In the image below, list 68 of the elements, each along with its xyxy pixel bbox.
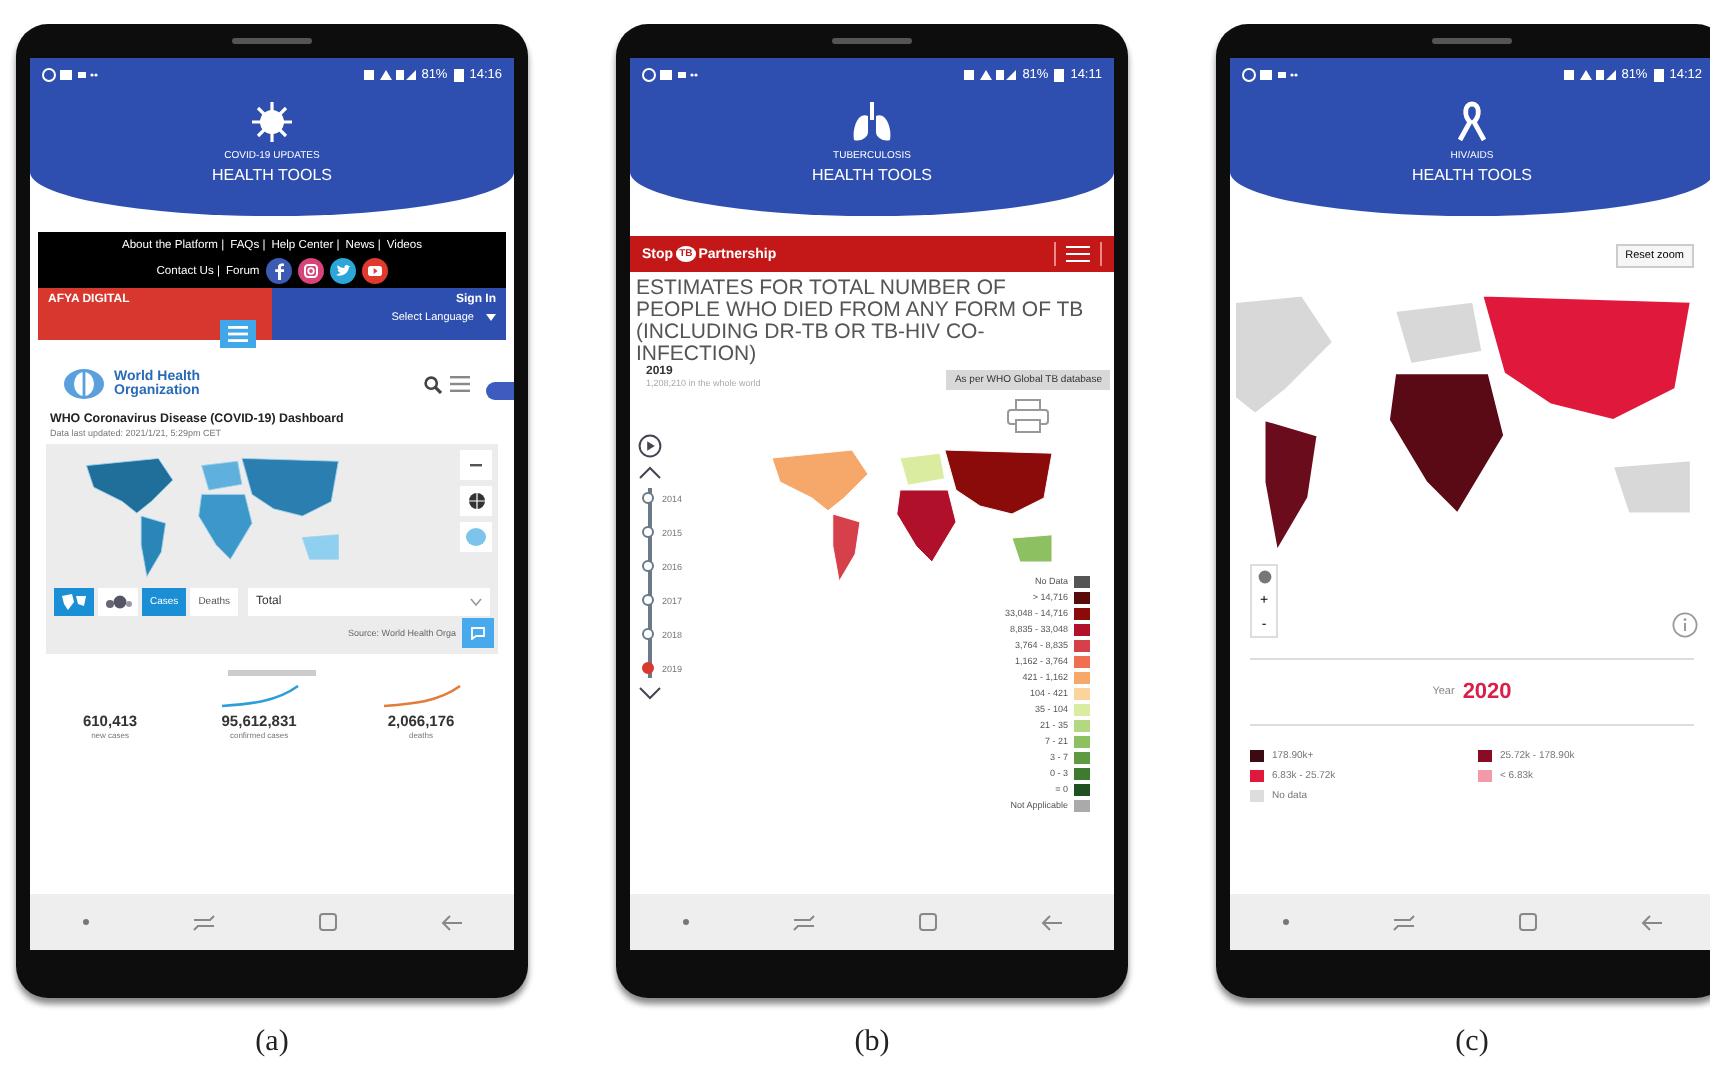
- dot-icon[interactable]: [81, 918, 89, 926]
- dot-icon[interactable]: [1281, 918, 1289, 926]
- notification-icons: [1242, 67, 1298, 81]
- signal-icon: [964, 67, 1017, 81]
- side-tab[interactable]: [486, 382, 514, 400]
- battery-icon: [1653, 67, 1664, 81]
- sphere-icon: [466, 528, 486, 546]
- home-icon[interactable]: [1517, 912, 1537, 932]
- bubble-view-button[interactable]: [98, 588, 138, 616]
- globe-button[interactable]: [460, 486, 492, 516]
- trend-line: [219, 684, 300, 708]
- speaker-slot: [832, 38, 912, 44]
- speaker-slot: [1432, 38, 1512, 44]
- chevron-down-icon[interactable]: [638, 686, 662, 700]
- map-view-button[interactable]: [54, 588, 94, 616]
- home-icon[interactable]: [317, 912, 337, 932]
- chat-icon: [470, 626, 486, 640]
- year-value: 2020: [1462, 680, 1512, 704]
- chevron-up-icon[interactable]: [638, 466, 662, 480]
- figure-caption: (c): [1455, 1026, 1489, 1060]
- speaker-slot: [232, 38, 312, 44]
- figure-caption: (a): [255, 1026, 289, 1060]
- minus-icon: [470, 463, 482, 467]
- notification-icons: [642, 67, 698, 81]
- map-icon: [62, 594, 86, 610]
- menu-button[interactable]: [1054, 242, 1102, 266]
- play-icon[interactable]: [638, 434, 662, 458]
- printer-icon[interactable]: [1006, 398, 1051, 434]
- caret-icon: [486, 314, 496, 322]
- menu-icon[interactable]: [450, 376, 470, 392]
- back-icon[interactable]: [439, 913, 463, 931]
- youtube-icon[interactable]: [361, 258, 388, 284]
- trend-line: [381, 684, 461, 708]
- signal-icon: [1563, 67, 1616, 81]
- recent-apps-icon[interactable]: [791, 913, 815, 931]
- facebook-icon[interactable]: [265, 258, 292, 284]
- recent-apps-icon[interactable]: [191, 913, 215, 931]
- twitter-icon[interactable]: [329, 258, 356, 284]
- battery-icon: [453, 67, 464, 81]
- globe-emblem-icon: [62, 368, 106, 400]
- chevron-down-icon: [470, 598, 482, 606]
- menu-icon: [1066, 246, 1090, 262]
- info-icon[interactable]: [1672, 612, 1698, 638]
- figure-caption: (b): [854, 1026, 890, 1060]
- back-icon[interactable]: [1639, 913, 1663, 931]
- header-title: HEALTH TOOLS: [1411, 166, 1533, 184]
- bubbles-icon: [104, 594, 132, 610]
- lungs-icon: [850, 100, 894, 144]
- share-button[interactable]: [462, 618, 494, 648]
- globe-icon: [467, 492, 485, 510]
- back-icon[interactable]: [1039, 913, 1063, 931]
- search-icon[interactable]: [424, 375, 442, 393]
- home-icon[interactable]: [917, 912, 937, 932]
- recent-apps-icon[interactable]: [1391, 913, 1415, 931]
- dot-icon[interactable]: [681, 918, 689, 926]
- zoom-out-button[interactable]: [460, 450, 492, 480]
- header-title: HEALTH TOOLS: [211, 166, 333, 184]
- globe-icon: [1257, 570, 1271, 584]
- chart-title: ESTIMATES FOR TOTAL NUMBER OF PEOPLE WHO DIED FROM ANY FORM OF TB (INCLUDING DR-TB OR TB-HIV CO-INFECTION): [634, 274, 1086, 366]
- menu-icon: [228, 326, 248, 342]
- virus-icon: [250, 100, 294, 144]
- battery-icon: [1054, 67, 1065, 81]
- notification-icons: [42, 67, 98, 81]
- menu-button[interactable]: [220, 320, 256, 348]
- scroll-handle[interactable]: [228, 670, 316, 676]
- header-title: HEALTH TOOLS: [811, 166, 933, 184]
- instagram-icon[interactable]: [297, 258, 324, 284]
- signal-icon: [363, 67, 416, 81]
